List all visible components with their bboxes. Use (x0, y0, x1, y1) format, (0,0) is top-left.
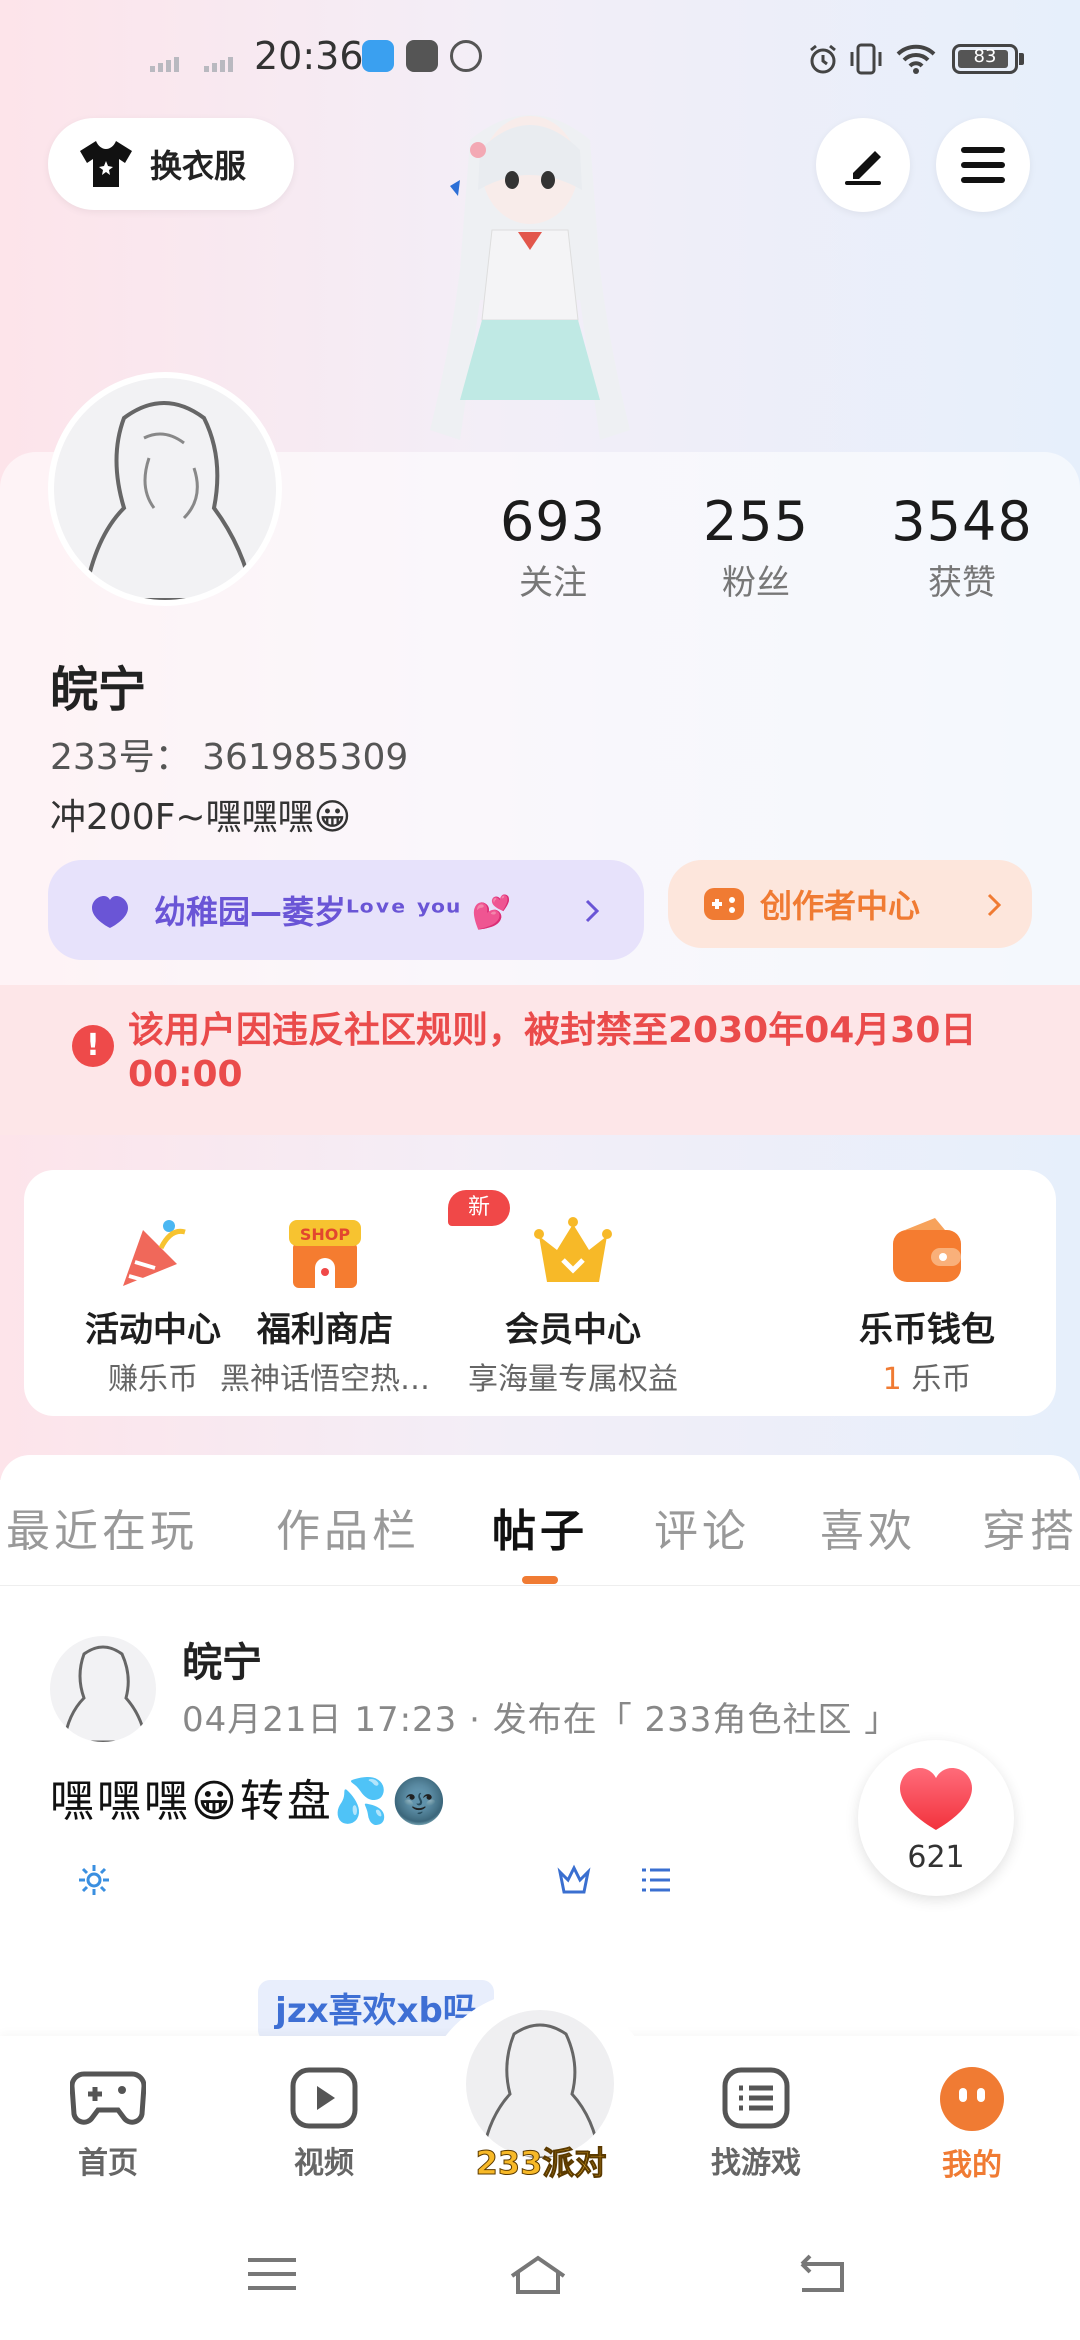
stat-following[interactable]: 693 关注 (453, 490, 653, 604)
battery-icon: 83 (952, 44, 1018, 74)
tab-comments[interactable]: 评论 (654, 1495, 750, 1559)
list-icon[interactable] (638, 1862, 674, 1898)
system-home-icon[interactable] (508, 2252, 568, 2296)
post-text[interactable]: 嘿嘿嘿😀转盘💦🌚 (50, 1765, 449, 1829)
tab-outfits[interactable]: 穿搭 (982, 1495, 1078, 1559)
nav-party-avatar[interactable] (466, 2010, 614, 2158)
profile-bio: 冲200F~嘿嘿嘿😀 (50, 797, 352, 838)
gamepad-nav-icon (69, 2071, 147, 2125)
post-meta: 04月21日 17:23 · 发布在「 233角色社区 」 (182, 1700, 900, 1740)
profile-name: 皖宁 (50, 662, 147, 718)
mine-nav-icon (940, 2067, 1004, 2131)
heart-icon (900, 1768, 972, 1830)
chevron-right-icon (585, 899, 600, 923)
edit-pen-icon (845, 151, 881, 185)
app-notification-icon (450, 40, 482, 72)
video-notification-icon (406, 40, 438, 72)
chevron-right-icon (987, 893, 1002, 917)
ban-message: 该用户因违反社区规则，被封禁至2030年04月30日 00:00 (128, 1010, 977, 1095)
change-outfit-button[interactable]: 换衣服 (48, 118, 294, 210)
nav-find-games[interactable]: 找游戏 (686, 2066, 826, 2182)
wallet-icon (893, 1218, 961, 1282)
crown-icon (534, 1217, 612, 1282)
post-author-avatar[interactable] (50, 1636, 156, 1742)
status-time: 20:36 (254, 34, 364, 78)
wifi-icon (896, 44, 936, 74)
profile-tabs: 最近在玩 作品栏 帖子 评论 喜欢 穿搭 (0, 1455, 1080, 1586)
menu-icon (961, 147, 1005, 183)
like-button[interactable]: 621 (858, 1740, 1014, 1896)
status-bar: 20:36 83 (0, 0, 1080, 110)
tab-works[interactable]: 作品栏 (276, 1495, 420, 1559)
alarm-icon (810, 44, 836, 74)
svg-text:SHOP: SHOP (300, 1225, 351, 1244)
profile-uid[interactable]: 233号： 361985309 (50, 728, 408, 780)
tab-likes[interactable]: 喜欢 (820, 1495, 916, 1559)
creator-center-label: 创作者中心 (760, 887, 921, 925)
vibrate-icon (850, 43, 882, 75)
nav-mine[interactable]: 我的 (902, 2066, 1042, 2184)
menu-button[interactable] (936, 118, 1030, 212)
nav-video[interactable]: 视频 (254, 2066, 394, 2182)
service-coin-wallet[interactable]: 乐币钱包 1 乐币 (798, 1170, 1056, 1416)
video-nav-icon (290, 2067, 358, 2129)
post-author-name[interactable]: 皖宁 (182, 1630, 262, 1688)
signal-icon (150, 56, 184, 72)
shirt-icon (80, 141, 132, 187)
settings-gear-icon[interactable] (76, 1862, 112, 1898)
nav-party-label[interactable]: 233派对 (456, 2138, 626, 2184)
warning-icon: ! (72, 1025, 114, 1067)
system-menu-icon[interactable] (242, 2252, 302, 2296)
avatar-character-figure[interactable] (400, 100, 660, 450)
change-outfit-label: 换衣服 (150, 147, 247, 185)
tab-posts[interactable]: 帖子 (492, 1495, 588, 1559)
heart-badge-icon (92, 896, 128, 928)
new-badge: 新 (448, 1190, 510, 1226)
system-back-icon[interactable] (792, 2252, 852, 2296)
crown-outline-icon[interactable] (556, 1862, 592, 1898)
app-notification-icon (362, 40, 394, 72)
edit-profile-button[interactable] (816, 118, 910, 212)
services-panel: 活动中心 赚乐币 SHOP 福利商店 黑神话悟空热… 会员中心 享海量专属权益 … (24, 1170, 1056, 1416)
signal-icon (204, 56, 238, 72)
service-welfare-shop[interactable]: SHOP 福利商店 黑神话悟空热… (196, 1170, 454, 1416)
party-popper-icon (123, 1220, 186, 1286)
tab-recently-played[interactable]: 最近在玩 (6, 1495, 198, 1559)
ban-notice: ! 该用户因违反社区规则，被封禁至2030年04月30日 00:00 (0, 985, 1080, 1135)
group-badge-label: 幼稚园—萎岁ᴸᵒᵛᵉ ʸᵒᵘ 💕 (154, 893, 512, 931)
stat-followers[interactable]: 255 粉丝 (656, 490, 856, 604)
shop-icon: SHOP (289, 1220, 361, 1288)
stat-likes[interactable]: 3548 获赞 (862, 490, 1062, 604)
nav-home[interactable]: 首页 (38, 2066, 178, 2182)
group-badge[interactable]: 幼稚园—萎岁ᴸᵒᵛᵉ ʸᵒᵘ 💕 (48, 860, 644, 960)
game-list-nav-icon (722, 2067, 790, 2129)
profile-avatar[interactable] (48, 372, 282, 606)
like-count: 621 (907, 1840, 965, 1875)
gamepad-icon (704, 888, 744, 920)
active-tab-indicator (522, 1576, 558, 1584)
creator-center-button[interactable]: 创作者中心 (668, 860, 1032, 948)
